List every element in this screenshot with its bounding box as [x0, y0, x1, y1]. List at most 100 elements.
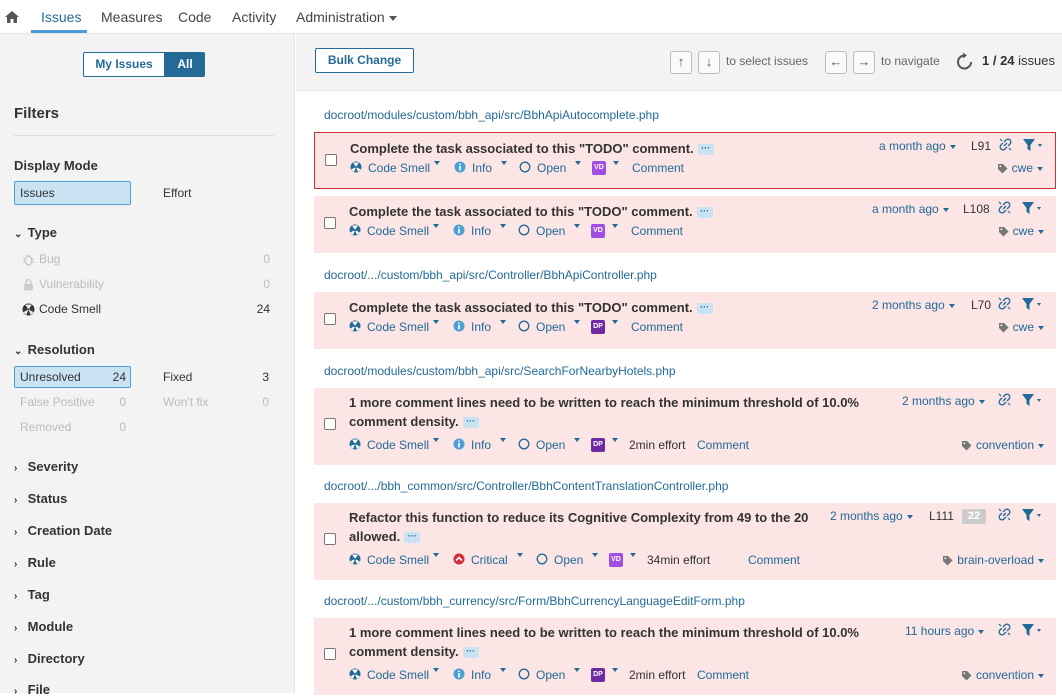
issue-tags-dropdown[interactable]: brain-overload — [942, 553, 1044, 567]
nav-tab-administration[interactable]: Administration — [296, 9, 397, 25]
issue-severity-dropdown[interactable]: Info — [454, 161, 508, 175]
reload-icon[interactable] — [954, 51, 976, 73]
issue-type-dropdown[interactable]: Code Smell — [349, 438, 440, 452]
more-options-icon[interactable]: ··· — [696, 207, 713, 219]
comment-link[interactable]: Comment — [631, 320, 683, 334]
resolution-filter-wont-fix[interactable]: Won't fix 0 — [163, 395, 269, 409]
type-filter-vulnerability[interactable]: Vulnerability 0 — [22, 277, 270, 295]
comment-link[interactable]: Comment — [697, 438, 749, 452]
issue-status-dropdown[interactable]: Open — [518, 320, 581, 334]
issue-row[interactable]: Refactor this function to reduce its Cog… — [314, 503, 1056, 580]
issue-severity-dropdown[interactable]: Info — [453, 224, 507, 238]
component-path-link[interactable]: docroot/modules/custom/bbh_api/src/Searc… — [324, 364, 676, 378]
comment-link[interactable]: Comment — [748, 553, 800, 567]
issue-checkbox[interactable] — [324, 418, 336, 430]
type-filter-code-smell[interactable]: Code Smell 24 — [22, 302, 270, 320]
issue-age-dropdown[interactable]: 11 hours ago — [905, 624, 985, 638]
filter-icon[interactable] — [1021, 623, 1043, 637]
nav-tab-issues[interactable]: Issues — [41, 9, 81, 25]
issue-type-dropdown[interactable]: Code Smell — [349, 668, 440, 682]
issue-row[interactable]: Complete the task associated to this "TO… — [314, 132, 1056, 189]
issue-severity-dropdown[interactable]: Info — [453, 438, 507, 452]
issue-status-dropdown[interactable]: Open — [518, 438, 581, 452]
issue-tags-dropdown[interactable]: convention — [961, 668, 1044, 682]
issue-age-dropdown[interactable]: a month ago — [879, 139, 956, 153]
issue-message-link[interactable]: Complete the task associated to this "TO… — [349, 202, 713, 221]
comment-link[interactable]: Comment — [697, 668, 749, 682]
issue-checkbox[interactable] — [324, 533, 336, 545]
nav-tab-code[interactable]: Code — [178, 9, 211, 25]
permalink-icon[interactable] — [997, 296, 1012, 311]
issue-checkbox[interactable] — [324, 313, 336, 325]
issue-type-dropdown[interactable]: Code Smell — [349, 320, 440, 334]
permalink-icon[interactable] — [997, 507, 1012, 522]
issue-type-dropdown[interactable]: Code Smell — [350, 161, 441, 175]
issue-status-dropdown[interactable]: Open — [518, 224, 581, 238]
status-facet-header[interactable]: › Status — [14, 491, 67, 506]
display-mode-issues[interactable]: Issues — [14, 181, 131, 205]
nav-tab-activity[interactable]: Activity — [232, 9, 276, 25]
issue-age-dropdown[interactable]: 2 months ago — [830, 509, 913, 523]
directory-facet-header[interactable]: › Directory — [14, 651, 85, 666]
type-filter-bug[interactable]: Bug 0 — [22, 252, 270, 270]
bulk-change-button[interactable]: Bulk Change — [315, 48, 414, 73]
issue-checkbox[interactable] — [325, 154, 337, 166]
issue-severity-dropdown[interactable]: Info — [453, 668, 507, 682]
filter-icon[interactable] — [1021, 297, 1043, 311]
resolution-filter-unresolved[interactable]: Unresolved 24 — [14, 366, 131, 388]
issue-row[interactable]: Complete the task associated to this "TO… — [314, 196, 1056, 253]
filter-icon[interactable] — [1021, 508, 1043, 522]
issue-status-dropdown[interactable]: Open — [536, 553, 599, 567]
permalink-icon[interactable] — [997, 392, 1012, 407]
issue-tags-dropdown[interactable]: cwe — [998, 224, 1044, 238]
comment-link[interactable]: Comment — [631, 224, 683, 238]
issue-checkbox[interactable] — [324, 217, 336, 229]
creation-date-facet-header[interactable]: › Creation Date — [14, 523, 112, 538]
issue-row[interactable]: 1 more comment lines need to be written … — [314, 388, 1056, 465]
rule-facet-header[interactable]: › Rule — [14, 555, 56, 570]
display-mode-effort[interactable]: Effort — [163, 186, 191, 200]
issue-message-link[interactable]: Refactor this function to reduce its Cog… — [349, 508, 808, 546]
tag-facet-header[interactable]: › Tag — [14, 587, 50, 602]
more-options-icon[interactable]: ··· — [697, 144, 714, 156]
issue-message-link[interactable]: Complete the task associated to this "TO… — [349, 298, 713, 317]
issue-status-dropdown[interactable]: Open — [519, 161, 582, 175]
type-facet-header[interactable]: ⌄ Type — [14, 225, 57, 240]
permalink-icon[interactable] — [998, 137, 1013, 152]
issue-type-dropdown[interactable]: Code Smell — [349, 224, 440, 238]
issue-tags-dropdown[interactable]: convention — [961, 438, 1044, 452]
resolution-facet-header[interactable]: ⌄ Resolution — [14, 342, 95, 357]
nav-tab-measures[interactable]: Measures — [101, 9, 162, 25]
issue-tags-dropdown[interactable]: cwe — [998, 320, 1044, 334]
issue-message-link[interactable]: Complete the task associated to this "TO… — [350, 139, 714, 158]
issue-severity-dropdown[interactable]: Critical — [453, 553, 523, 567]
issue-row[interactable]: Complete the task associated to this "TO… — [314, 292, 1056, 349]
component-path-link[interactable]: docroot/.../bbh_common/src/Controller/Bb… — [324, 479, 728, 493]
filter-icon[interactable] — [1022, 138, 1044, 152]
locations-count-badge[interactable]: 22 — [962, 509, 986, 524]
all-issues-toggle[interactable]: All — [165, 52, 205, 77]
issue-type-dropdown[interactable]: Code Smell — [349, 553, 440, 567]
issue-age-dropdown[interactable]: 2 months ago — [902, 394, 985, 408]
issue-message-link[interactable]: 1 more comment lines need to be written … — [349, 393, 859, 431]
resolution-filter-removed[interactable]: Removed 0 — [20, 420, 126, 434]
issue-checkbox[interactable] — [324, 648, 336, 660]
resolution-filter-fixed[interactable]: Fixed 3 — [163, 370, 269, 384]
filter-icon[interactable] — [1021, 393, 1043, 407]
component-path-link[interactable]: docroot/.../custom/bbh_api/src/Controlle… — [324, 268, 657, 282]
component-path-link[interactable]: docroot/.../custom/bbh_currency/src/Form… — [324, 594, 745, 608]
issue-age-dropdown[interactable]: 2 months ago — [872, 298, 955, 312]
component-path-link[interactable]: docroot/modules/custom/bbh_api/src/BbhAp… — [324, 108, 659, 122]
filter-icon[interactable] — [1021, 201, 1043, 215]
issue-tags-dropdown[interactable]: cwe — [997, 161, 1043, 175]
more-options-icon[interactable]: ··· — [696, 303, 713, 315]
issue-message-link[interactable]: 1 more comment lines need to be written … — [349, 623, 859, 661]
permalink-icon[interactable] — [997, 622, 1012, 637]
severity-facet-header[interactable]: › Severity — [14, 459, 78, 474]
module-facet-header[interactable]: › Module — [14, 619, 73, 634]
issue-age-dropdown[interactable]: a month ago — [872, 202, 949, 216]
my-issues-toggle[interactable]: My Issues — [83, 52, 165, 77]
more-options-icon[interactable]: ··· — [404, 532, 421, 544]
home-icon[interactable] — [4, 9, 20, 25]
permalink-icon[interactable] — [997, 200, 1012, 215]
